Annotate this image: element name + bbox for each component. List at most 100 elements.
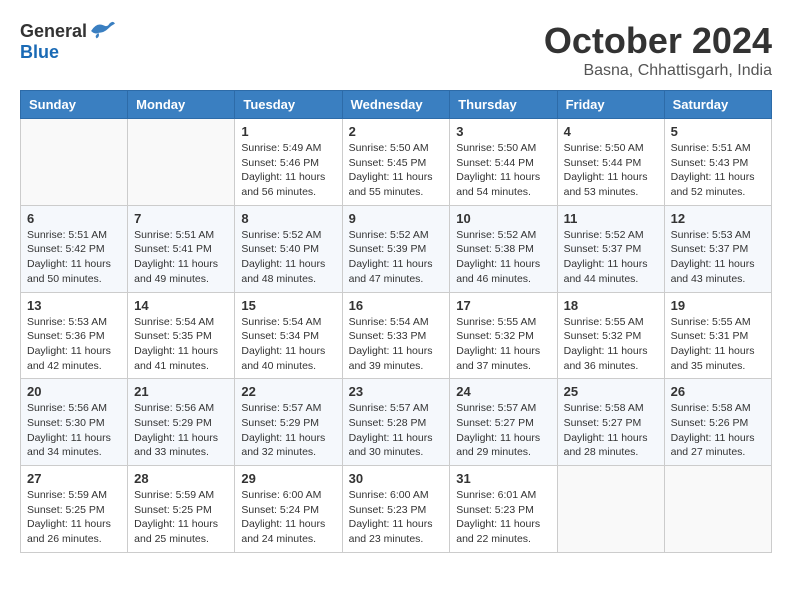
day-info: Sunrise: 5:51 AM Sunset: 5:41 PM Dayligh…	[134, 228, 228, 287]
day-info: Sunrise: 5:59 AM Sunset: 5:25 PM Dayligh…	[134, 488, 228, 547]
day-info: Sunrise: 5:59 AM Sunset: 5:25 PM Dayligh…	[27, 488, 121, 547]
calendar-cell: 1Sunrise: 5:49 AM Sunset: 5:46 PM Daylig…	[235, 119, 342, 206]
calendar-table: SundayMondayTuesdayWednesdayThursdayFrid…	[20, 90, 772, 553]
day-number: 2	[349, 124, 444, 139]
day-number: 27	[27, 471, 121, 486]
day-info: Sunrise: 5:50 AM Sunset: 5:45 PM Dayligh…	[349, 141, 444, 200]
day-info: Sunrise: 5:58 AM Sunset: 5:27 PM Dayligh…	[564, 401, 658, 460]
day-info: Sunrise: 5:52 AM Sunset: 5:40 PM Dayligh…	[241, 228, 335, 287]
column-header-sunday: Sunday	[21, 91, 128, 119]
calendar-cell: 6Sunrise: 5:51 AM Sunset: 5:42 PM Daylig…	[21, 205, 128, 292]
calendar-cell: 17 Sunrise: 5:55 AM Sunset: 5:32 PM Dayli…	[450, 292, 557, 379]
day-info: Sunrise: 5:56 AM Sunset: 5:29 PM Dayligh…	[134, 401, 228, 460]
day-number: 24	[456, 384, 550, 399]
calendar-cell: 13Sunrise: 5:53 AM Sunset: 5:36 PM Dayli…	[21, 292, 128, 379]
calendar-cell: 2 Sunrise: 5:50 AM Sunset: 5:45 PM Daylig…	[342, 119, 450, 206]
day-info: Sunrise: 5:57 AM Sunset: 5:27 PM Dayligh…	[456, 401, 550, 460]
day-number: 7	[134, 211, 228, 226]
calendar-cell: 27 Sunrise: 5:59 AM Sunset: 5:25 PM Dayli…	[21, 466, 128, 553]
calendar-cell	[664, 466, 771, 553]
page-header: General Blue October 2024 Basna, Chhatti…	[20, 20, 772, 80]
column-header-thursday: Thursday	[450, 91, 557, 119]
day-info: Sunrise: 5:55 AM Sunset: 5:32 PM Dayligh…	[564, 315, 658, 374]
calendar-cell	[21, 119, 128, 206]
day-number: 17	[456, 298, 550, 313]
day-number: 8	[241, 211, 335, 226]
title-section: October 2024 Basna, Chhattisgarh, India	[544, 20, 772, 80]
day-info: Sunrise: 5:54 AM Sunset: 5:33 PM Dayligh…	[349, 315, 444, 374]
day-info: Sunrise: 5:49 AM Sunset: 5:46 PM Dayligh…	[241, 141, 335, 200]
calendar-cell: 15Sunrise: 5:54 AM Sunset: 5:34 PM Dayli…	[235, 292, 342, 379]
day-info: Sunrise: 5:52 AM Sunset: 5:39 PM Dayligh…	[349, 228, 444, 287]
calendar-cell: 30 Sunrise: 6:00 AM Sunset: 5:23 PM Dayli…	[342, 466, 450, 553]
day-number: 3	[456, 124, 550, 139]
calendar-cell	[557, 466, 664, 553]
day-number: 15	[241, 298, 335, 313]
week-row-5: 27 Sunrise: 5:59 AM Sunset: 5:25 PM Dayli…	[21, 466, 772, 553]
logo-general-text: General	[20, 21, 87, 42]
day-number: 4	[564, 124, 658, 139]
week-row-2: 6Sunrise: 5:51 AM Sunset: 5:42 PM Daylig…	[21, 205, 772, 292]
column-header-wednesday: Wednesday	[342, 91, 450, 119]
day-number: 9	[349, 211, 444, 226]
day-number: 31	[456, 471, 550, 486]
day-number: 14	[134, 298, 228, 313]
logo: General Blue	[20, 20, 117, 63]
day-info: Sunrise: 6:01 AM Sunset: 5:23 PM Dayligh…	[456, 488, 550, 547]
week-row-4: 20 Sunrise: 5:56 AM Sunset: 5:30 PM Dayli…	[21, 379, 772, 466]
calendar-cell: 7 Sunrise: 5:51 AM Sunset: 5:41 PM Daylig…	[128, 205, 235, 292]
column-header-tuesday: Tuesday	[235, 91, 342, 119]
day-info: Sunrise: 5:51 AM Sunset: 5:43 PM Dayligh…	[671, 141, 765, 200]
calendar-header-row: SundayMondayTuesdayWednesdayThursdayFrid…	[21, 91, 772, 119]
day-info: Sunrise: 5:50 AM Sunset: 5:44 PM Dayligh…	[564, 141, 658, 200]
calendar-cell: 10 Sunrise: 5:52 AM Sunset: 5:38 PM Dayli…	[450, 205, 557, 292]
day-info: Sunrise: 5:58 AM Sunset: 5:26 PM Dayligh…	[671, 401, 765, 460]
day-info: Sunrise: 5:53 AM Sunset: 5:36 PM Dayligh…	[27, 315, 121, 374]
column-header-monday: Monday	[128, 91, 235, 119]
day-number: 21	[134, 384, 228, 399]
day-number: 11	[564, 211, 658, 226]
day-number: 10	[456, 211, 550, 226]
column-header-friday: Friday	[557, 91, 664, 119]
location: Basna, Chhattisgarh, India	[544, 62, 772, 80]
calendar-cell: 20 Sunrise: 5:56 AM Sunset: 5:30 PM Dayli…	[21, 379, 128, 466]
day-info: Sunrise: 6:00 AM Sunset: 5:23 PM Dayligh…	[349, 488, 444, 547]
calendar-cell: 14Sunrise: 5:54 AM Sunset: 5:35 PM Dayli…	[128, 292, 235, 379]
day-number: 22	[241, 384, 335, 399]
day-number: 19	[671, 298, 765, 313]
day-info: Sunrise: 6:00 AM Sunset: 5:24 PM Dayligh…	[241, 488, 335, 547]
day-number: 6	[27, 211, 121, 226]
calendar-cell	[128, 119, 235, 206]
day-number: 16	[349, 298, 444, 313]
day-info: Sunrise: 5:52 AM Sunset: 5:37 PM Dayligh…	[564, 228, 658, 287]
calendar-cell: 4 Sunrise: 5:50 AM Sunset: 5:44 PM Daylig…	[557, 119, 664, 206]
calendar-cell: 24 Sunrise: 5:57 AM Sunset: 5:27 PM Dayli…	[450, 379, 557, 466]
calendar-cell: 11 Sunrise: 5:52 AM Sunset: 5:37 PM Dayli…	[557, 205, 664, 292]
day-number: 23	[349, 384, 444, 399]
day-number: 18	[564, 298, 658, 313]
day-number: 25	[564, 384, 658, 399]
calendar-cell: 26 Sunrise: 5:58 AM Sunset: 5:26 PM Dayli…	[664, 379, 771, 466]
calendar-cell: 29 Sunrise: 6:00 AM Sunset: 5:24 PM Dayli…	[235, 466, 342, 553]
day-number: 20	[27, 384, 121, 399]
day-number: 5	[671, 124, 765, 139]
calendar-cell: 21 Sunrise: 5:56 AM Sunset: 5:29 PM Dayli…	[128, 379, 235, 466]
calendar-cell: 31 Sunrise: 6:01 AM Sunset: 5:23 PM Dayli…	[450, 466, 557, 553]
day-info: Sunrise: 5:50 AM Sunset: 5:44 PM Dayligh…	[456, 141, 550, 200]
day-info: Sunrise: 5:55 AM Sunset: 5:31 PM Dayligh…	[671, 315, 765, 374]
logo-bird-icon	[89, 20, 117, 42]
day-info: Sunrise: 5:56 AM Sunset: 5:30 PM Dayligh…	[27, 401, 121, 460]
day-info: Sunrise: 5:52 AM Sunset: 5:38 PM Dayligh…	[456, 228, 550, 287]
calendar-cell: 12Sunrise: 5:53 AM Sunset: 5:37 PM Dayli…	[664, 205, 771, 292]
day-number: 29	[241, 471, 335, 486]
day-number: 26	[671, 384, 765, 399]
day-number: 30	[349, 471, 444, 486]
calendar-cell: 19 Sunrise: 5:55 AM Sunset: 5:31 PM Dayli…	[664, 292, 771, 379]
day-info: Sunrise: 5:53 AM Sunset: 5:37 PM Dayligh…	[671, 228, 765, 287]
calendar-cell: 9 Sunrise: 5:52 AM Sunset: 5:39 PM Daylig…	[342, 205, 450, 292]
month-title: October 2024	[544, 20, 772, 62]
day-info: Sunrise: 5:55 AM Sunset: 5:32 PM Dayligh…	[456, 315, 550, 374]
week-row-3: 13Sunrise: 5:53 AM Sunset: 5:36 PM Dayli…	[21, 292, 772, 379]
week-row-1: 1Sunrise: 5:49 AM Sunset: 5:46 PM Daylig…	[21, 119, 772, 206]
calendar-cell: 25 Sunrise: 5:58 AM Sunset: 5:27 PM Dayli…	[557, 379, 664, 466]
